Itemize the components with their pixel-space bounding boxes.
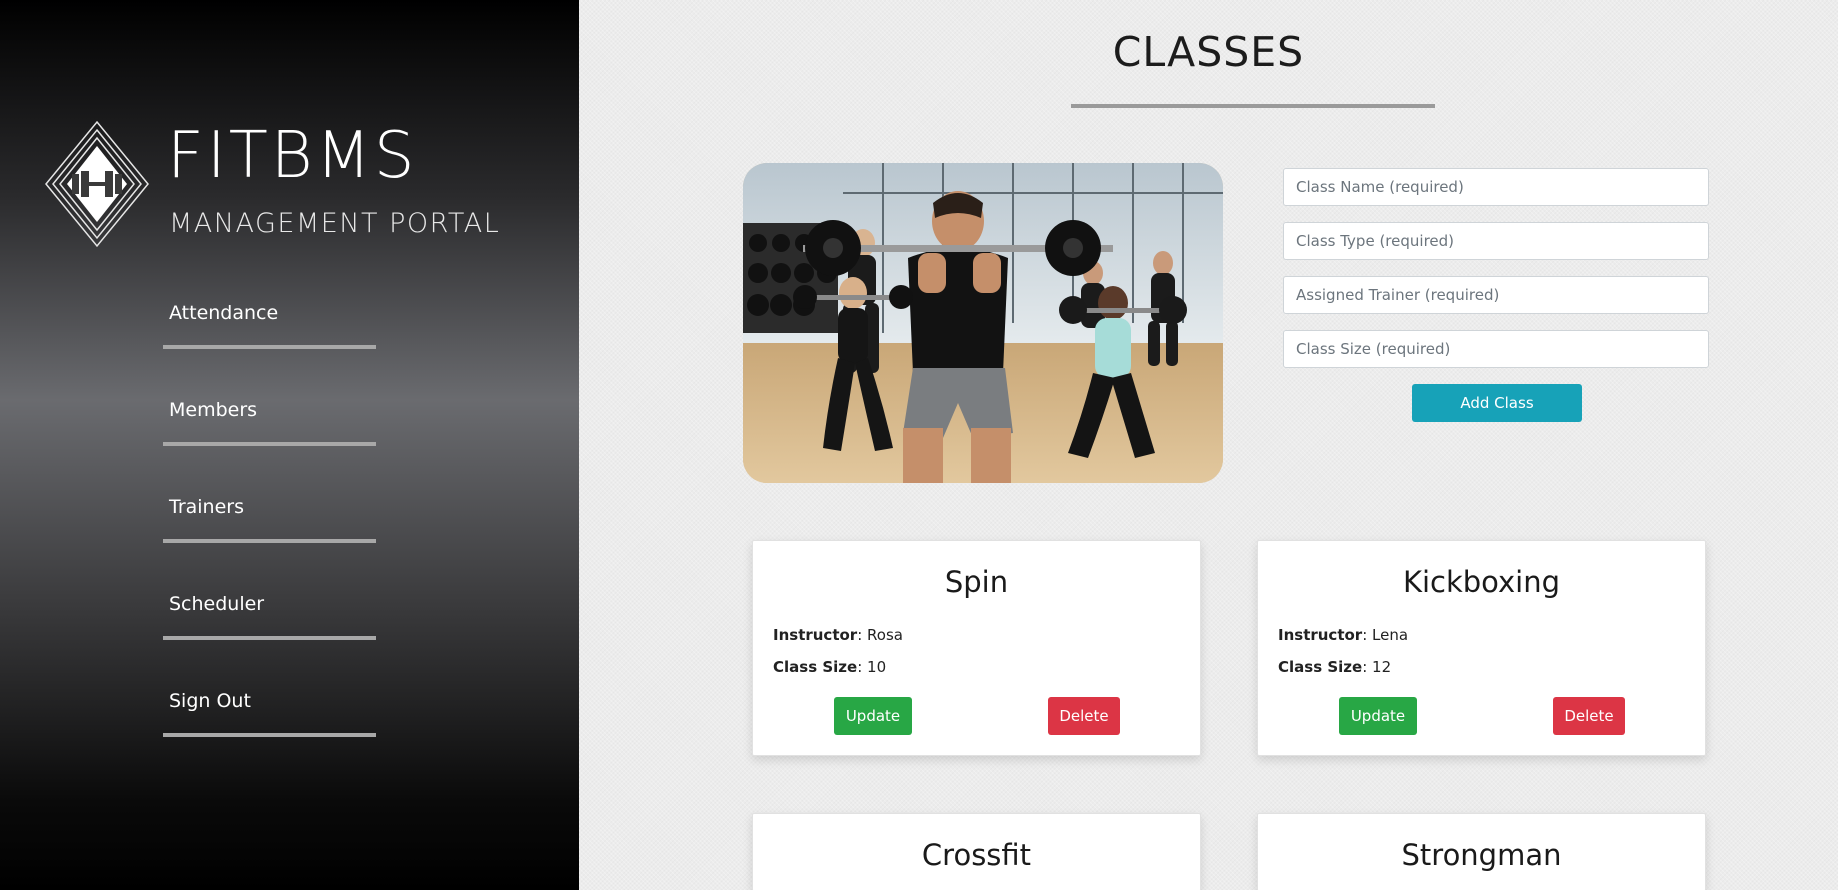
instructor-row: Instructor: Lena	[1278, 626, 1409, 644]
update-button[interactable]: Update	[834, 697, 912, 735]
brand-subtitle: MANAGEMENT PORTAL	[169, 208, 501, 239]
add-class-button[interactable]: Add Class	[1412, 384, 1582, 422]
nav-divider	[163, 539, 376, 543]
class-size-row: Class Size: 10	[773, 658, 887, 676]
sidebar-item-label: Scheduler	[169, 593, 265, 615]
class-name-input[interactable]	[1283, 168, 1709, 206]
instructor-label: Instructor	[773, 626, 858, 644]
instructor-label: Instructor	[1278, 626, 1363, 644]
brand-title: FITBMS	[167, 119, 418, 193]
class-card: Crossfit	[752, 813, 1201, 890]
instructor-row: Instructor: Rosa	[773, 626, 903, 644]
class-name: Strongman	[1401, 838, 1562, 872]
class-size-row: Class Size: 12	[1278, 658, 1392, 676]
nav-divider	[163, 636, 376, 640]
nav-divider	[163, 442, 376, 446]
nav-divider	[163, 345, 376, 349]
gym-photo	[743, 163, 1223, 483]
sidebar: FITBMS MANAGEMENT PORTAL Attendance Memb…	[0, 0, 579, 890]
sidebar-item-sign-out[interactable]: Sign Out	[163, 690, 376, 750]
main-content: CLASSES Class Name (required) Class Type…	[579, 0, 1838, 890]
page-title: CLASSES	[1112, 28, 1305, 76]
sidebar-item-attendance[interactable]: Attendance	[163, 302, 376, 362]
update-button[interactable]: Update	[1339, 697, 1417, 735]
instructor-value: Rosa	[867, 626, 903, 644]
delete-button[interactable]: Delete	[1048, 697, 1120, 735]
title-divider	[1071, 104, 1435, 108]
class-name: Kickboxing	[1402, 565, 1561, 599]
class-size-input[interactable]	[1283, 330, 1709, 368]
sidebar-item-trainers[interactable]: Trainers	[163, 496, 376, 556]
delete-button[interactable]: Delete	[1553, 697, 1625, 735]
instructor-value: Lena	[1372, 626, 1409, 644]
class-size-value: 12	[1372, 658, 1392, 676]
assigned-trainer-input[interactable]	[1283, 276, 1709, 314]
sidebar-item-scheduler[interactable]: Scheduler	[163, 593, 376, 653]
nav-divider	[163, 733, 376, 737]
class-card: Kickboxing Instructor: Lena Class Size: …	[1257, 540, 1706, 756]
class-size-label: Class Size	[773, 658, 858, 676]
sidebar-item-label: Sign Out	[169, 690, 251, 712]
class-name: Crossfit	[921, 838, 1032, 872]
class-hero-image	[743, 163, 1223, 483]
sidebar-item-members[interactable]: Members	[163, 399, 376, 459]
class-card: Strongman	[1257, 813, 1706, 890]
sidebar-item-label: Attendance	[169, 302, 279, 324]
class-size-label: Class Size	[1278, 658, 1363, 676]
dumbbell-icon	[45, 120, 149, 248]
class-size-value: 10	[867, 658, 887, 676]
sidebar-item-label: Members	[169, 399, 258, 421]
class-type-input[interactable]	[1283, 222, 1709, 260]
sidebar-item-label: Trainers	[169, 496, 244, 518]
class-name: Spin	[944, 565, 1009, 599]
class-card: Spin Instructor: Rosa Class Size: 10 Upd…	[752, 540, 1201, 756]
